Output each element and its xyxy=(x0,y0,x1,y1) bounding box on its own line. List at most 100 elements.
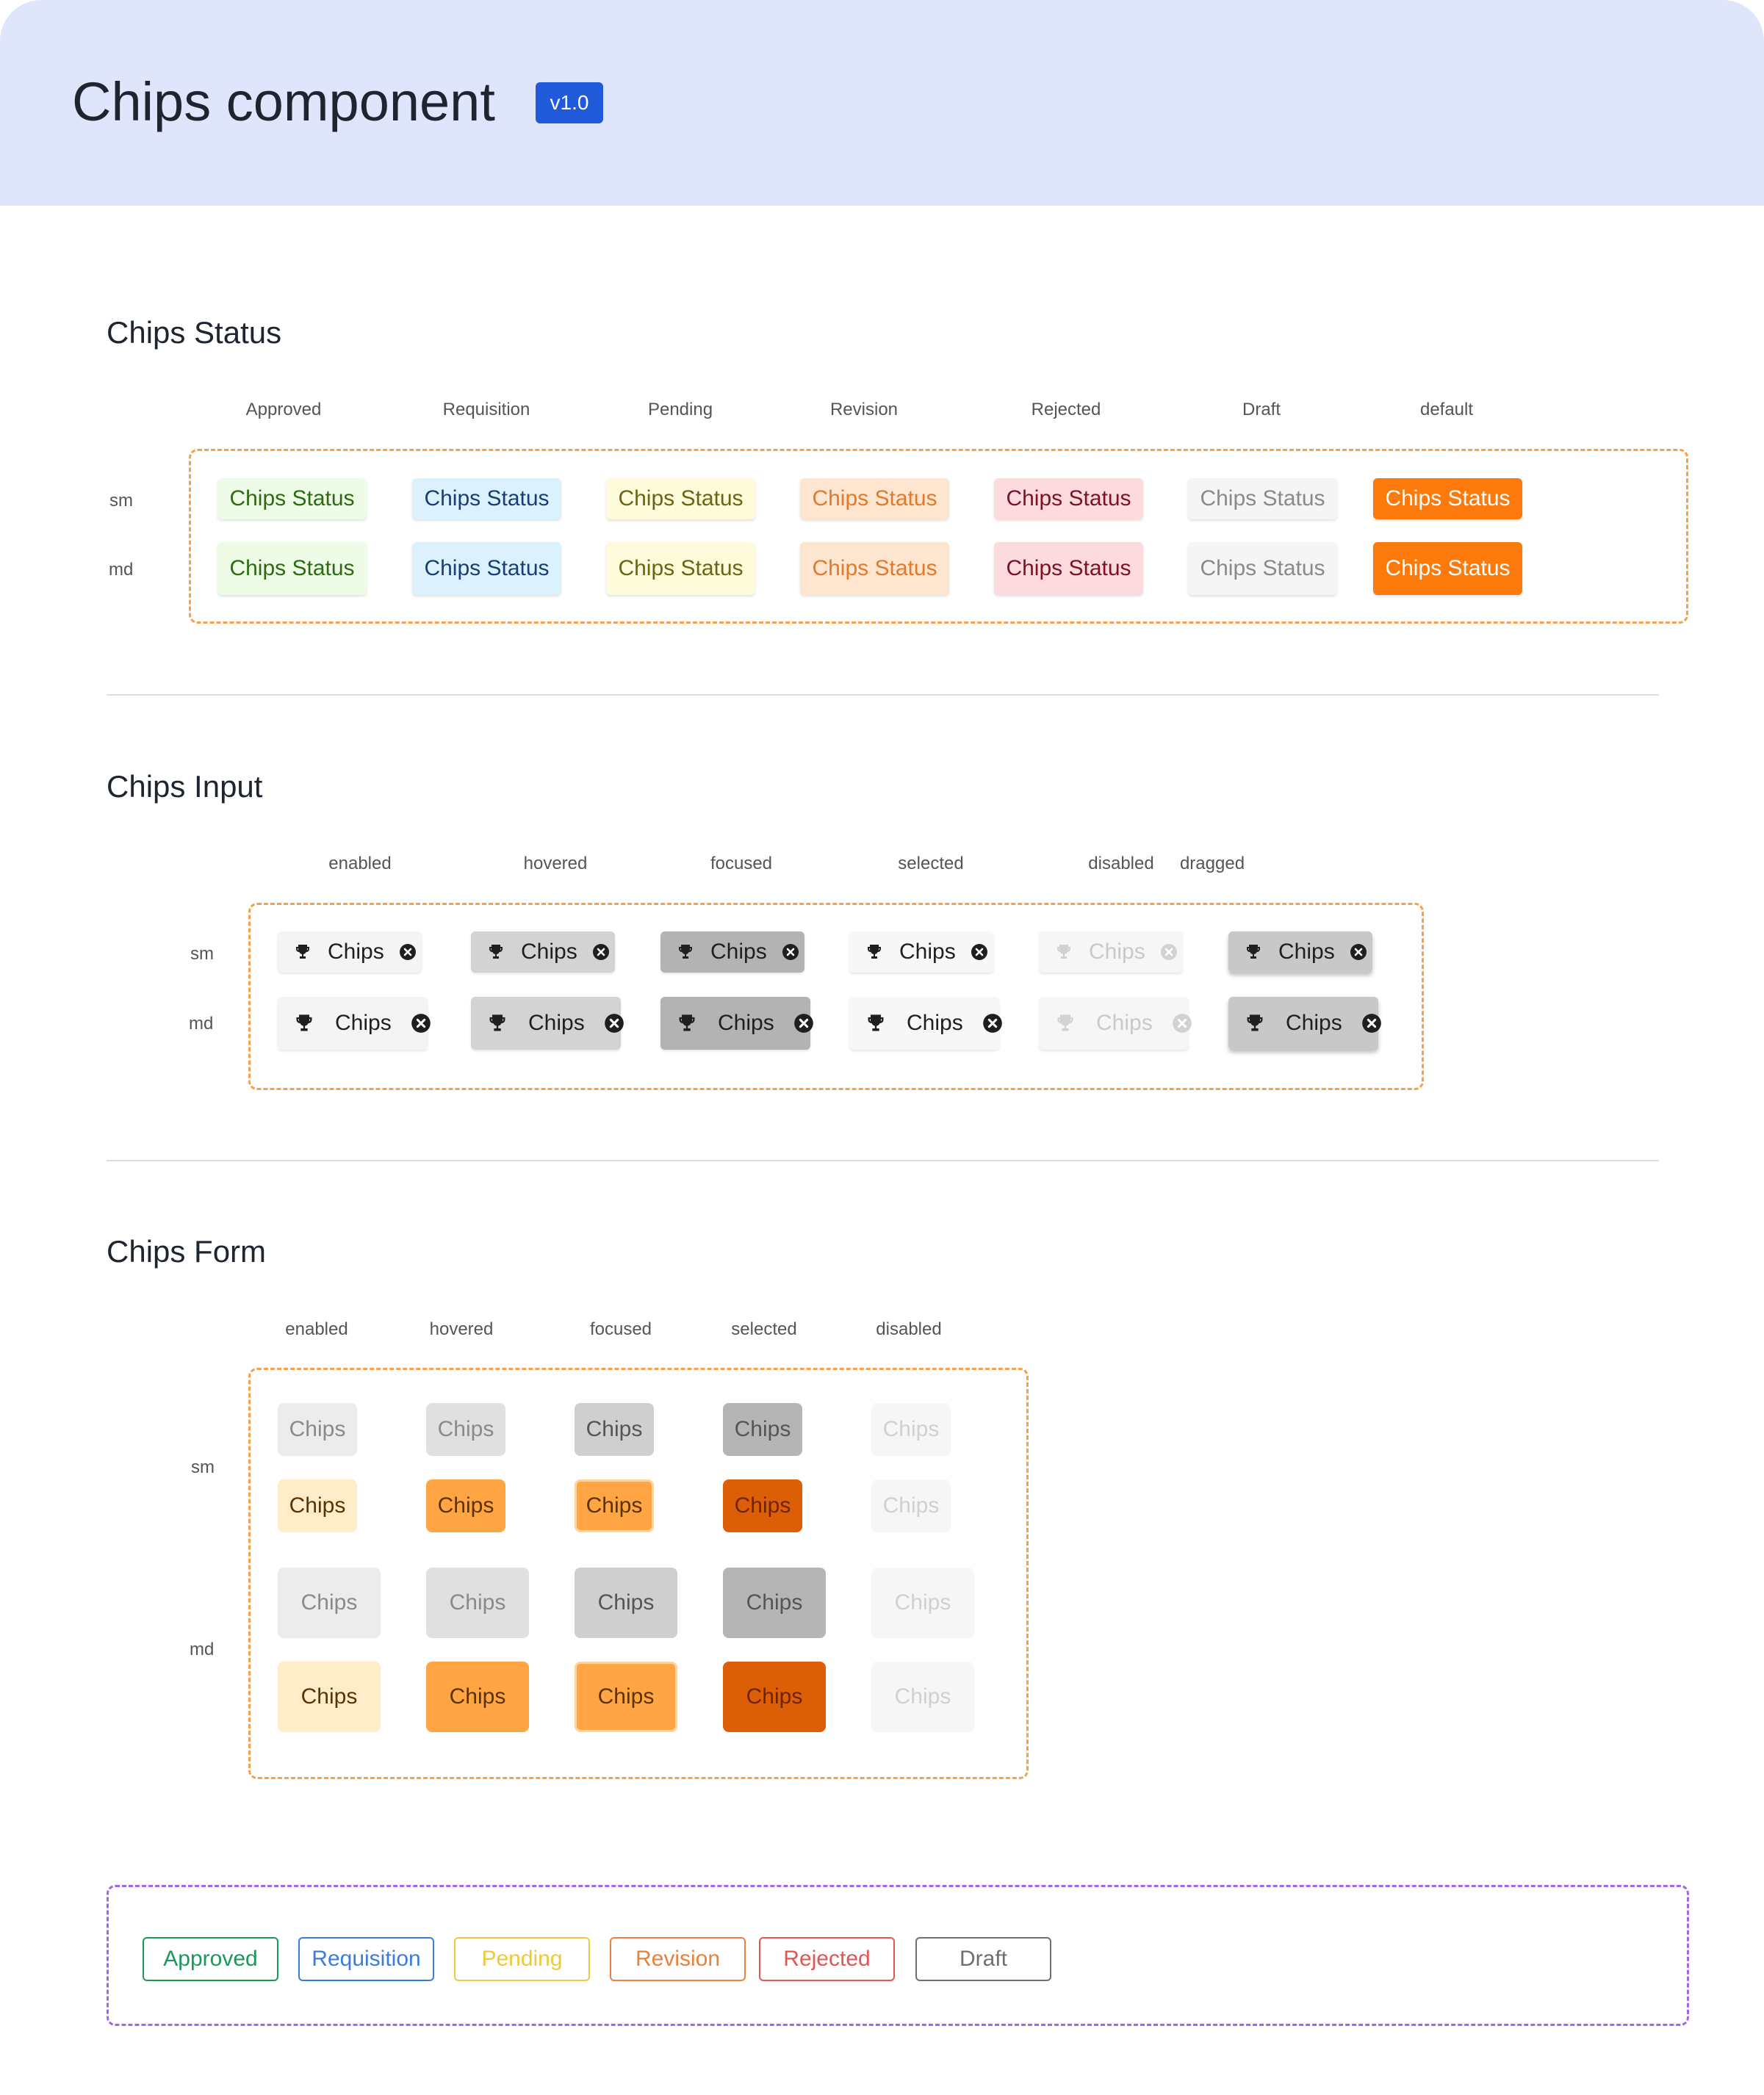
close-circle-icon[interactable] xyxy=(1350,943,1367,961)
trophy-icon xyxy=(489,945,503,959)
status-chip-approved-sm[interactable]: Chips Status xyxy=(217,478,367,519)
form-chip-accent-enabled-sm[interactable]: Chips xyxy=(278,1479,357,1532)
form-chip-neutral-focused-sm[interactable]: Chips xyxy=(575,1403,654,1456)
form-col-disabled: disabled xyxy=(876,1319,942,1339)
status-chip-default-md[interactable]: Chips Status xyxy=(1373,542,1522,595)
close-circle-icon[interactable] xyxy=(1361,1013,1382,1034)
trophy-icon xyxy=(296,1014,312,1031)
form-chip-accent-selected-md[interactable]: Chips xyxy=(723,1662,826,1732)
close-circle-icon[interactable] xyxy=(982,1013,1003,1034)
status-chip-requisition-sm[interactable]: Chips Status xyxy=(412,478,561,519)
input-row-sm: sm xyxy=(190,944,214,964)
form-chip-neutral-selected-sm[interactable]: Chips xyxy=(723,1403,802,1456)
chip-label: Chips xyxy=(907,1011,963,1035)
status-chip-rejected-sm[interactable]: Chips Status xyxy=(994,478,1143,519)
status-chip-draft-md[interactable]: Chips Status xyxy=(1188,542,1337,595)
trophy-icon xyxy=(489,1014,505,1031)
status-chip-requisition-md[interactable]: Chips Status xyxy=(412,542,561,595)
outline-chip-pending[interactable]: Pending xyxy=(454,1937,590,1981)
input-chip-disabled-sm[interactable]: Chips xyxy=(1039,931,1183,973)
trophy-icon xyxy=(679,1014,695,1031)
form-chip-accent-focused-sm[interactable]: Chips xyxy=(575,1479,654,1532)
trophy-icon xyxy=(1057,1014,1073,1031)
form-chip-accent-disabled-md[interactable]: Chips xyxy=(871,1662,974,1732)
input-chip-focused-md[interactable]: Chips xyxy=(660,997,813,1050)
input-chip-hovered-sm[interactable]: Chips xyxy=(471,931,615,973)
status-chip-pending-sm[interactable]: Chips Status xyxy=(606,478,755,519)
input-col-selected: selected xyxy=(898,854,964,873)
form-chip-neutral-enabled-md[interactable]: Chips xyxy=(278,1568,381,1638)
input-chip-disabled-md[interactable]: Chips xyxy=(1039,997,1192,1050)
form-row-md: md xyxy=(190,1640,215,1659)
input-chip-hovered-md[interactable]: Chips xyxy=(471,997,624,1050)
status-chip-approved-md[interactable]: Chips Status xyxy=(217,542,367,595)
status-col-approved: Approved xyxy=(245,400,322,419)
close-circle-icon[interactable] xyxy=(1172,1013,1192,1034)
form-row-sm: sm xyxy=(191,1457,215,1477)
chip-label: Chips xyxy=(710,940,767,964)
outline-chip-approved[interactable]: Approved xyxy=(143,1937,278,1981)
chip-label: Chips xyxy=(718,1011,774,1035)
form-chip-accent-hovered-sm[interactable]: Chips xyxy=(426,1479,505,1532)
close-circle-icon[interactable] xyxy=(782,943,799,961)
form-chip-accent-hovered-md[interactable]: Chips xyxy=(426,1662,529,1732)
chip-label: Chips xyxy=(1096,1011,1153,1035)
input-chip-enabled-md[interactable]: Chips xyxy=(278,997,431,1050)
trophy-icon xyxy=(1247,945,1260,959)
input-col-enabled: enabled xyxy=(328,854,392,873)
section-divider xyxy=(107,1160,1659,1161)
form-chip-neutral-selected-md[interactable]: Chips xyxy=(723,1568,826,1638)
form-col-hovered: hovered xyxy=(429,1319,494,1339)
input-col-hovered: hovered xyxy=(523,854,588,873)
outline-chip-requisition[interactable]: Requisition xyxy=(298,1937,434,1981)
status-chip-pending-md[interactable]: Chips Status xyxy=(606,542,755,595)
trophy-icon xyxy=(868,945,881,959)
trophy-icon xyxy=(296,945,309,959)
status-chip-rejected-md[interactable]: Chips Status xyxy=(994,542,1143,595)
input-chip-focused-sm[interactable]: Chips xyxy=(660,931,804,973)
trophy-icon xyxy=(1247,1014,1263,1031)
form-chip-accent-disabled-sm[interactable]: Chips xyxy=(871,1479,951,1532)
chip-label: Chips xyxy=(521,940,577,964)
close-circle-icon[interactable] xyxy=(793,1013,814,1034)
form-col-selected: selected xyxy=(731,1319,797,1339)
outline-chip-draft[interactable]: Draft xyxy=(915,1937,1051,1981)
status-chip-default-sm[interactable]: Chips Status xyxy=(1373,478,1522,519)
input-chip-dragged-sm[interactable]: Chips xyxy=(1228,931,1372,973)
status-chip-revision-md[interactable]: Chips Status xyxy=(800,542,949,595)
input-chip-selected-md[interactable]: Chips xyxy=(849,997,1002,1050)
form-chip-accent-enabled-md[interactable]: Chips xyxy=(278,1662,381,1732)
close-circle-icon[interactable] xyxy=(604,1013,624,1034)
status-col-rejected: Rejected xyxy=(1031,400,1101,419)
trophy-icon xyxy=(868,1014,884,1031)
chip-label: Chips xyxy=(528,1011,585,1035)
input-chip-dragged-md[interactable]: Chips xyxy=(1228,997,1381,1050)
outline-chip-rejected[interactable]: Rejected xyxy=(759,1937,895,1981)
chip-label: Chips xyxy=(1286,1011,1342,1035)
status-chips-frame xyxy=(189,449,1688,624)
status-chip-revision-sm[interactable]: Chips Status xyxy=(800,478,949,519)
page-title: Chips component xyxy=(72,71,495,132)
close-circle-icon[interactable] xyxy=(399,943,417,961)
section-title-status: Chips Status xyxy=(107,315,282,350)
input-col-dragged: dragged xyxy=(1179,854,1245,873)
form-chip-accent-focused-md[interactable]: Chips xyxy=(575,1662,677,1732)
form-chip-neutral-enabled-sm[interactable]: Chips xyxy=(278,1403,357,1456)
close-circle-icon[interactable] xyxy=(1160,943,1178,961)
status-chip-draft-sm[interactable]: Chips Status xyxy=(1188,478,1337,519)
close-circle-icon[interactable] xyxy=(971,943,988,961)
form-chip-neutral-disabled-md[interactable]: Chips xyxy=(871,1568,974,1638)
input-chip-selected-sm[interactable]: Chips xyxy=(849,931,993,973)
form-chip-neutral-hovered-sm[interactable]: Chips xyxy=(426,1403,505,1456)
close-circle-icon[interactable] xyxy=(592,943,610,961)
form-chip-neutral-hovered-md[interactable]: Chips xyxy=(426,1568,529,1638)
status-row-sm: sm xyxy=(109,491,133,511)
close-circle-icon[interactable] xyxy=(411,1013,431,1034)
form-chip-accent-selected-sm[interactable]: Chips xyxy=(723,1479,802,1532)
input-col-disabled: disabled xyxy=(1088,854,1154,873)
chip-label: Chips xyxy=(1089,940,1145,964)
outline-chip-revision[interactable]: Revision xyxy=(610,1937,746,1981)
form-chip-neutral-disabled-sm[interactable]: Chips xyxy=(871,1403,951,1456)
form-chip-neutral-focused-md[interactable]: Chips xyxy=(575,1568,677,1638)
input-chip-enabled-sm[interactable]: Chips xyxy=(278,931,422,973)
